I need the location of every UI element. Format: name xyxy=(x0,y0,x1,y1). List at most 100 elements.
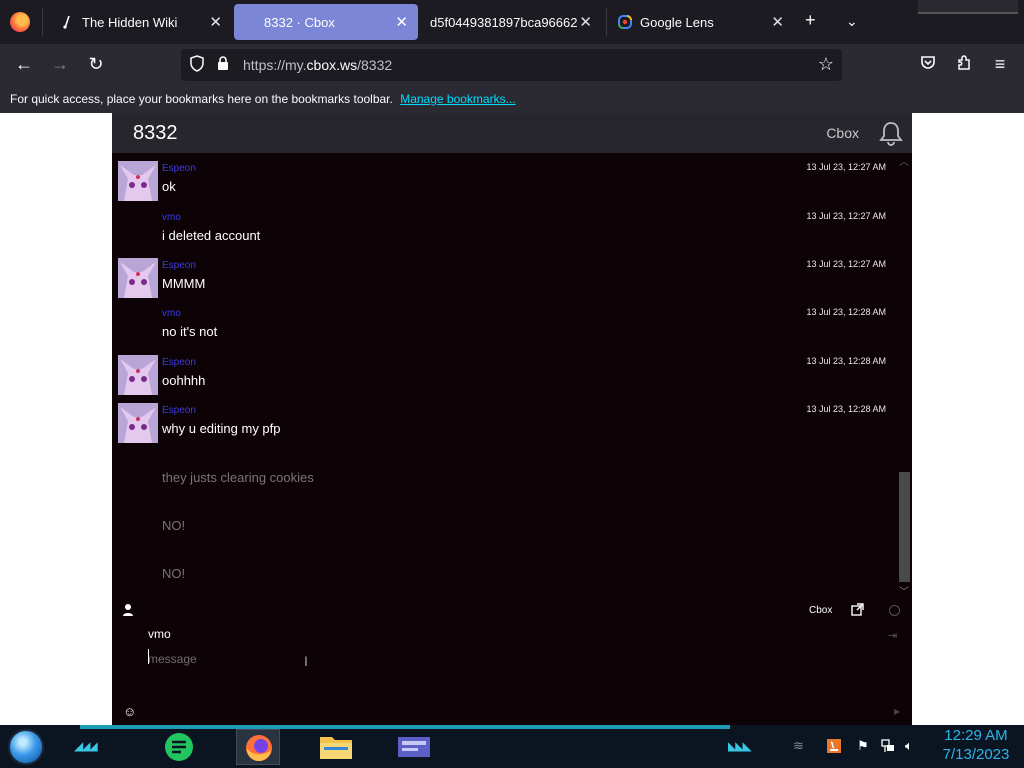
avatar[interactable] xyxy=(118,355,158,395)
message-author[interactable]: Espeon xyxy=(162,260,196,271)
flag-notification-icon[interactable]: ⚑ xyxy=(857,738,869,754)
page-content: 8332 Cbox Espeon ok 13 Jul 23, 12:27 AM … xyxy=(0,113,1024,725)
chat-scrollbar[interactable]: ︿ ﹀ xyxy=(897,153,912,598)
hamburger-menu-icon[interactable]: ≡ xyxy=(989,54,1011,75)
clock-time[interactable]: 12:29 AM xyxy=(936,727,1016,744)
chevron-decoration: ◢◢◢ xyxy=(74,739,98,753)
cbox-link[interactable]: Cbox xyxy=(809,605,832,616)
chat-messages: Espeon ok 13 Jul 23, 12:27 AM vmo i dele… xyxy=(112,153,912,597)
url-domain: cbox.ws xyxy=(306,57,358,73)
tab-cbox[interactable]: 8332 · Cbox ✕ xyxy=(234,4,418,40)
message-text: they justs clearing cookies xyxy=(162,470,314,485)
message-timestamp: 13 Jul 23, 12:27 AM xyxy=(806,162,886,172)
url-path: /8332 xyxy=(357,57,393,73)
start-menu-orb-icon[interactable] xyxy=(8,729,44,765)
forward-arrow-icon[interactable]: → xyxy=(49,54,71,75)
bookmark-star-icon[interactable]: ☆ xyxy=(818,54,834,75)
taskbar-control-panel-app[interactable] xyxy=(392,729,436,765)
clock-date[interactable]: 7/13/2023 xyxy=(936,746,1016,763)
tab-label: 8332 · Cbox xyxy=(264,14,335,30)
list-all-tabs-icon[interactable]: ⌄ xyxy=(846,13,858,30)
close-tab-icon[interactable]: ✕ xyxy=(209,13,222,31)
emoji-smiley-icon[interactable]: ☺ xyxy=(123,704,136,719)
message-author[interactable]: vmo xyxy=(162,212,181,223)
taskbar: ◢◢◢ ◣◣◣ ≋ ⚑ 🔈︎ 12:29 AM 7/13/2023 xyxy=(0,725,1024,768)
tab-google-lens[interactable]: Google Lens ✕ xyxy=(602,4,794,40)
taskbar-file-explorer-app[interactable] xyxy=(314,729,358,765)
send-arrow-icon[interactable]: ▶ xyxy=(894,707,900,716)
message-text: no it's not xyxy=(162,324,218,339)
lock-icon[interactable] xyxy=(217,56,229,74)
network-icon[interactable] xyxy=(880,738,896,757)
message-timestamp: 13 Jul 23, 12:27 AM xyxy=(806,259,886,269)
text-caret xyxy=(148,649,149,664)
tab-label: d5f0449381897bca96662b4e3 xyxy=(430,14,578,30)
avatar[interactable] xyxy=(118,161,158,201)
url-text[interactable]: https://my.cbox.ws/8332 xyxy=(243,57,392,73)
reload-icon[interactable]: ↻ xyxy=(85,54,107,75)
message-text: why u editing my pfp xyxy=(162,421,281,436)
tab-hidden-wiki[interactable]: The Hidden Wiki ✕ xyxy=(44,4,232,40)
window-frame-decoration xyxy=(918,0,1018,14)
message-timestamp: 13 Jul 23, 12:28 AM xyxy=(806,404,886,414)
close-tab-icon[interactable]: ✕ xyxy=(579,13,592,31)
message-author[interactable]: Espeon xyxy=(162,163,196,174)
message-text: ok xyxy=(162,179,176,194)
message-timestamp: 13 Jul 23, 12:28 AM xyxy=(806,356,886,366)
username-field[interactable]: vmo xyxy=(148,627,171,641)
compose-area: Cbox vmo ⇥ I ☺ ▶ xyxy=(112,597,912,725)
close-tab-icon[interactable]: ✕ xyxy=(771,13,784,31)
back-arrow-icon[interactable]: ← xyxy=(13,54,35,75)
close-tab-icon[interactable]: ✕ xyxy=(395,13,408,31)
scroll-up-arrow-icon[interactable]: ︿ xyxy=(899,153,909,168)
login-icon[interactable]: ⇥ xyxy=(888,629,897,642)
wiki-icon xyxy=(60,15,74,29)
taskbar-firefox-app[interactable] xyxy=(236,729,280,765)
firefox-menu-icon[interactable] xyxy=(10,12,30,32)
cbox-header: 8332 Cbox xyxy=(112,113,912,153)
tracking-protection-shield-icon[interactable] xyxy=(189,55,205,76)
message-text: MMMM xyxy=(162,276,206,291)
tab-strip: The Hidden Wiki ✕ 8332 · Cbox ✕ d5f04493… xyxy=(0,0,1024,44)
connection-status-icon xyxy=(889,605,900,616)
chevron-decoration: ◣◣◣ xyxy=(728,739,752,753)
url-prefix: https://my. xyxy=(243,57,307,73)
message-input[interactable] xyxy=(148,649,848,669)
address-bar[interactable]: https://my.cbox.ws/8332 ☆ xyxy=(181,49,842,81)
bookmarks-toolbar: For quick access, place your bookmarks h… xyxy=(0,86,1024,113)
message-author[interactable]: Espeon xyxy=(162,405,196,416)
tab-separator xyxy=(42,8,43,36)
tab-hash[interactable]: d5f0449381897bca96662b4e3 ✕ xyxy=(420,4,602,40)
show-hidden-icons-icon[interactable]: ≋ xyxy=(793,738,804,754)
message-text: oohhhh xyxy=(162,373,206,388)
message-author[interactable]: Espeon xyxy=(162,357,196,368)
manage-bookmarks-link[interactable]: Manage bookmarks... xyxy=(400,92,515,106)
volume-icon[interactable]: 🔈︎ xyxy=(905,738,913,754)
scrollbar-thumb[interactable] xyxy=(899,472,910,582)
bookmarks-hint: For quick access, place your bookmarks h… xyxy=(10,92,393,106)
message-timestamp: 13 Jul 23, 12:28 AM xyxy=(806,307,886,317)
extensions-puzzle-icon[interactable] xyxy=(953,54,975,77)
taskbar-notes-app[interactable] xyxy=(158,729,202,765)
google-lens-icon xyxy=(618,15,632,29)
user-icon[interactable] xyxy=(122,603,134,617)
message-text: NO! xyxy=(162,566,186,581)
navigation-bar: ← → ↻ https://my.cbox.ws/8332 ☆ ≡ xyxy=(0,44,1024,86)
message-author[interactable]: vmo xyxy=(162,308,181,319)
mouse-ibeam-cursor-icon: I xyxy=(304,653,308,669)
message-text: NO! xyxy=(162,518,186,533)
pocket-icon[interactable] xyxy=(917,54,939,77)
bell-icon[interactable] xyxy=(878,120,904,146)
page-title: 8332 xyxy=(133,122,178,144)
message-text: i deleted account xyxy=(162,228,261,243)
tab-label: Google Lens xyxy=(640,14,714,30)
avatar[interactable] xyxy=(118,258,158,298)
avatar[interactable] xyxy=(118,403,158,443)
java-update-icon[interactable] xyxy=(826,738,842,757)
new-tab-icon[interactable]: + xyxy=(805,10,816,31)
tab-label: The Hidden Wiki xyxy=(82,14,178,30)
message-timestamp: 13 Jul 23, 12:27 AM xyxy=(806,211,886,221)
scroll-down-arrow-icon[interactable]: ﹀ xyxy=(899,583,909,598)
popout-icon[interactable] xyxy=(851,603,864,619)
cbox-brand-link[interactable]: Cbox xyxy=(826,125,859,141)
